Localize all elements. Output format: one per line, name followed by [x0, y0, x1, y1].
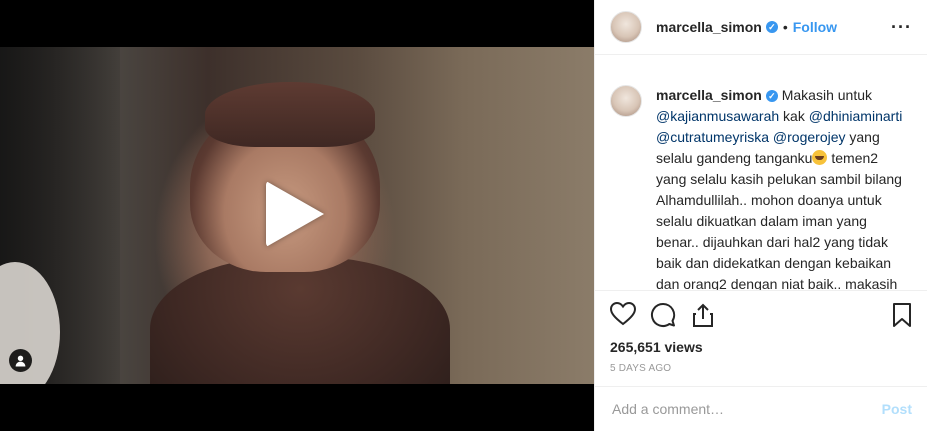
caption-username[interactable]: marcella_simon — [656, 87, 762, 103]
divider — [595, 290, 927, 291]
caption: marcella_simon ✓ Makasih untuk @kajianmus… — [595, 70, 927, 290]
caption-prefix: Makasih untuk — [781, 87, 873, 103]
comment-icon[interactable] — [650, 302, 676, 328]
comment-input[interactable] — [610, 400, 882, 418]
caption-text: marcella_simon ✓ Makasih untuk @kajianmus… — [656, 85, 906, 290]
mention-link[interactable]: @dhiniaminarti — [809, 108, 903, 124]
caption-rest: temen2 yang selalu kasih pelukan sambil … — [656, 150, 902, 290]
person-icon — [15, 355, 26, 367]
mention-link[interactable]: @rogerojey — [773, 129, 846, 145]
woman-hijab — [150, 257, 450, 384]
username-link[interactable]: marcella_simon — [656, 19, 762, 35]
follow-button[interactable]: Follow — [793, 19, 837, 35]
bookmark-icon[interactable] — [892, 302, 912, 328]
crying-emoji-icon — [812, 150, 828, 165]
view-count[interactable]: 265,651 views — [610, 339, 703, 355]
verified-badge-icon: ✓ — [765, 21, 778, 33]
post-button[interactable]: Post — [882, 401, 912, 417]
action-bar — [610, 302, 912, 328]
post-header: marcella_simon ✓ • Follow ··· — [595, 0, 927, 55]
share-icon[interactable] — [690, 302, 716, 328]
comment-box: Post — [595, 386, 927, 431]
user-tag-icon[interactable] — [9, 349, 32, 372]
post-panel: marcella_simon ✓ • Follow ··· marcella_s… — [594, 0, 927, 431]
avatar[interactable] — [610, 11, 642, 43]
timestamp[interactable]: 5 DAYS AGO — [610, 363, 671, 374]
mention-link[interactable]: @cutratumeyriska — [656, 129, 769, 145]
woman-headscarf — [205, 82, 375, 147]
video-player[interactable] — [0, 0, 594, 431]
caption-area: marcella_simon ✓ Makasih untuk @kajianmus… — [595, 70, 927, 290]
heart-icon[interactable] — [610, 302, 636, 326]
caption-kak: kak — [783, 108, 805, 124]
more-options-icon[interactable]: ··· — [891, 17, 912, 38]
mention-link[interactable]: @kajianmusawarah — [656, 108, 779, 124]
avatar[interactable] — [610, 85, 642, 117]
separator-dot: • — [782, 19, 788, 35]
play-icon[interactable] — [266, 181, 324, 247]
verified-badge-icon: ✓ — [765, 90, 778, 103]
